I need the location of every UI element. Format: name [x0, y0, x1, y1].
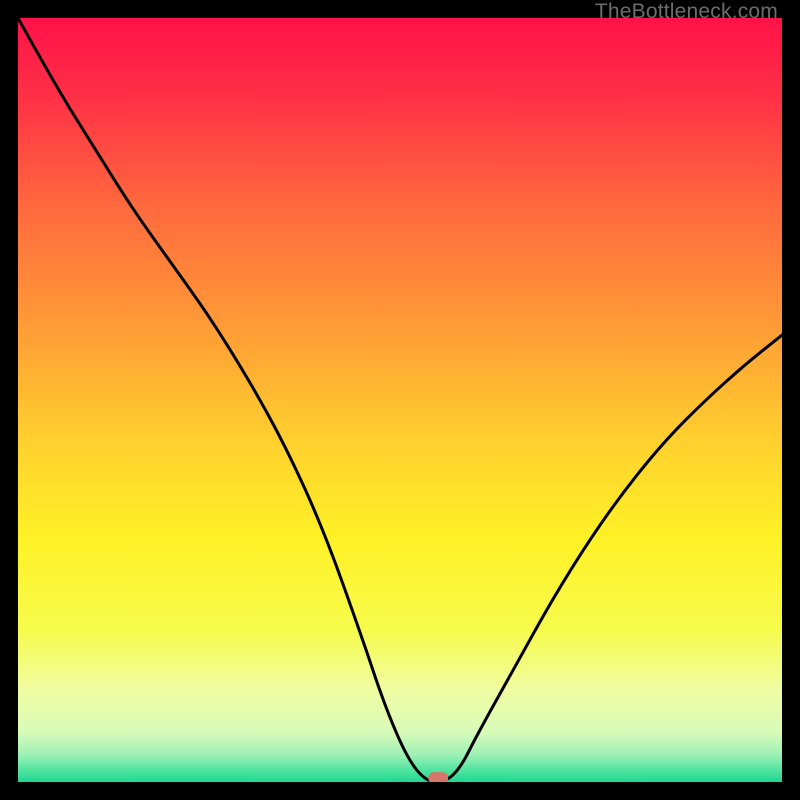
gradient-background	[18, 18, 782, 782]
optimal-point-marker	[428, 772, 448, 782]
watermark-text: TheBottleneck.com	[595, 0, 778, 24]
chart-frame	[18, 18, 782, 782]
plot-svg	[18, 18, 782, 782]
